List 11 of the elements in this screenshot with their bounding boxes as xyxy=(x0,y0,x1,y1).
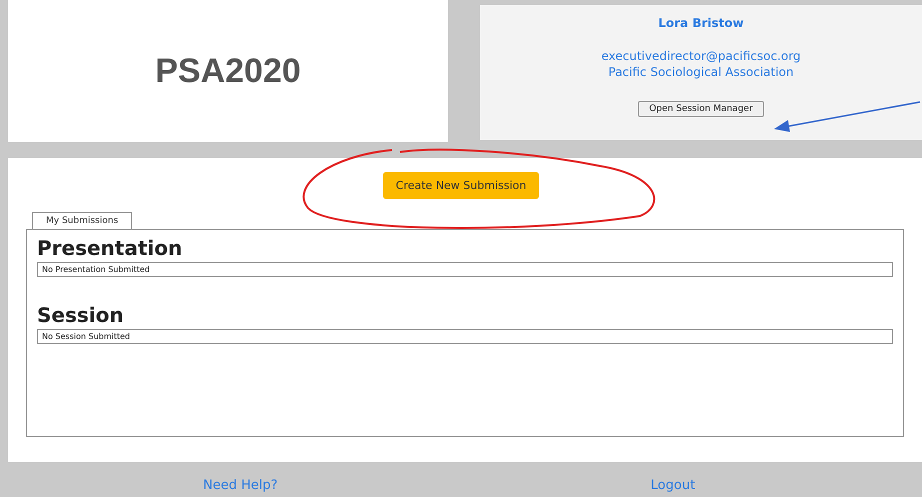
organization-name: Pacific Sociological Association xyxy=(608,65,794,79)
open-session-manager-button[interactable]: Open Session Manager xyxy=(638,101,764,117)
section-heading: Session xyxy=(37,303,125,327)
status-row: No Session Submitted xyxy=(37,329,893,344)
user-email: executivedirector@pacificsoc.org xyxy=(601,49,801,63)
user-name: Lora Bristow xyxy=(658,16,744,30)
logo: PSA2020 xyxy=(155,52,301,90)
tab[interactable]: My Submissions xyxy=(32,212,132,229)
status-row: No Presentation Submitted xyxy=(37,262,893,277)
create-submission-button[interactable]: Create New Submission xyxy=(382,172,540,199)
section-heading: Presentation xyxy=(37,236,184,260)
